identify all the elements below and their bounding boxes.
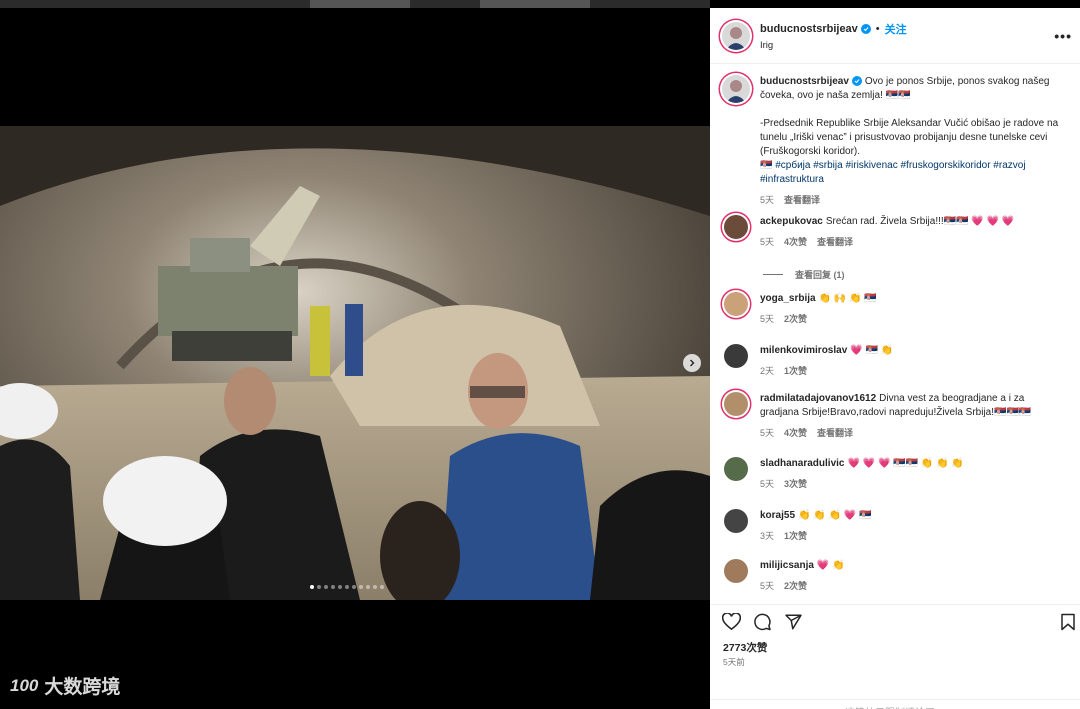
comment-time: 2天 bbox=[760, 366, 775, 376]
post-actions: 2773次赞 5天前 这篇帖子限制评论了。 bbox=[710, 604, 1080, 709]
comment-likes[interactable]: 1次赞 bbox=[784, 529, 807, 543]
commenter-avatar[interactable] bbox=[724, 559, 748, 583]
comment: sladhanaradulivic 💗 💗 💗 🇷🇸🇷🇸 👏 👏 👏 5天 3次赞 bbox=[722, 457, 1072, 491]
comments-limited-notice: 这篇帖子限制评论了。 bbox=[710, 699, 1080, 709]
verified-badge-icon bbox=[851, 76, 862, 86]
commenter-avatar[interactable] bbox=[724, 457, 748, 481]
comment-likes[interactable]: 4次赞 bbox=[784, 235, 807, 249]
like-heart-icon[interactable] bbox=[722, 613, 741, 631]
carousel-dot bbox=[345, 585, 349, 589]
replies-divider bbox=[763, 274, 783, 275]
watermark: 100 大数跨境 bbox=[10, 672, 120, 699]
caption-translate-button[interactable]: 查看翻译 bbox=[784, 193, 820, 207]
comment-time: 5天 bbox=[760, 479, 775, 489]
comment-text: 👏 🙌 👏 🇷🇸 bbox=[818, 293, 877, 304]
carousel-indicator bbox=[310, 585, 384, 589]
carousel-dot bbox=[338, 585, 342, 589]
commenter-avatar[interactable] bbox=[724, 344, 748, 368]
post-age: 5天前 bbox=[723, 657, 745, 667]
chevron-right-icon bbox=[690, 359, 695, 367]
watermark-logo: 100 bbox=[10, 675, 39, 695]
comments-section: buducnostsrbijeav Ovo je ponos Srbije, po… bbox=[710, 65, 1080, 603]
view-replies-label: 查看回复 (1) bbox=[795, 270, 845, 280]
comment: ackepukovac Srećan rad. Živela Srbija!!!🇷… bbox=[722, 215, 1072, 249]
more-options-icon[interactable]: ••• bbox=[1054, 28, 1072, 44]
author-avatar[interactable] bbox=[722, 21, 750, 50]
comment-username[interactable]: ackepukovac bbox=[760, 216, 823, 227]
post-location[interactable]: Irig bbox=[760, 40, 907, 51]
comment-text: 💗 💗 💗 🇷🇸🇷🇸 👏 👏 👏 bbox=[847, 458, 964, 469]
media-panel: 100 大数跨境 bbox=[0, 8, 710, 709]
carousel-dot bbox=[359, 585, 363, 589]
carousel-dot bbox=[317, 585, 321, 589]
comment: milenkovimiroslav 💗 🇷🇸 👏 2天 1次赞 bbox=[722, 344, 1072, 378]
commenter-avatar[interactable] bbox=[724, 215, 748, 239]
post-header: buducnostsrbijeav • 关注 Irig ••• bbox=[710, 8, 1080, 64]
share-send-icon[interactable] bbox=[784, 613, 803, 631]
carousel-dot bbox=[373, 585, 377, 589]
comment: yoga_srbija 👏 🙌 👏 🇷🇸 5天 2次赞 bbox=[722, 292, 1072, 326]
carousel-dot bbox=[310, 585, 314, 589]
comment-translate-button[interactable]: 查看翻译 bbox=[817, 426, 853, 440]
caption-avatar[interactable] bbox=[722, 75, 750, 103]
caption: buducnostsrbijeav Ovo je ponos Srbije, po… bbox=[722, 75, 1072, 207]
comment-text: 👏 👏 👏 💗 🇷🇸 bbox=[798, 510, 872, 521]
avatar-portrait-icon bbox=[726, 80, 746, 103]
caption-username[interactable]: buducnostsrbijeav bbox=[760, 76, 849, 87]
tunnel-scene-image bbox=[0, 126, 710, 600]
comment-likes[interactable]: 3次赞 bbox=[784, 477, 807, 491]
comment: koraj55 👏 👏 👏 💗 🇷🇸 3天 1次赞 bbox=[722, 509, 1072, 543]
comment-username[interactable]: milijicsanja bbox=[760, 560, 814, 571]
avatar-portrait-icon bbox=[726, 26, 746, 50]
comment-text: 💗 👏 bbox=[816, 560, 845, 571]
next-photo-button[interactable] bbox=[683, 354, 701, 372]
follow-button[interactable]: 关注 bbox=[885, 21, 907, 37]
comment-username[interactable]: koraj55 bbox=[760, 510, 795, 521]
comment-time: 5天 bbox=[760, 581, 775, 591]
carousel-dot bbox=[380, 585, 384, 589]
view-replies-button[interactable]: 查看回复 (1) bbox=[763, 268, 845, 281]
comment-time: 5天 bbox=[760, 314, 775, 324]
save-bookmark-icon[interactable] bbox=[1060, 613, 1076, 631]
comment-likes[interactable]: 4次赞 bbox=[784, 426, 807, 440]
post-photo bbox=[0, 126, 710, 600]
caption-hashtags[interactable]: #србија #srbija #iriskivenac #fruskogors… bbox=[760, 160, 1026, 185]
caption-text-2: -Predsednik Republike Srbije Aleksandar … bbox=[760, 118, 1059, 157]
comment-username[interactable]: sladhanaradulivic bbox=[760, 458, 844, 469]
caption-time: 5天 bbox=[760, 195, 775, 205]
comment-translate-button[interactable]: 查看翻译 bbox=[817, 235, 853, 249]
comment-time: 5天 bbox=[760, 237, 775, 247]
carousel-dot bbox=[352, 585, 356, 589]
comment-username[interactable]: radmilatadajovanov1612 bbox=[760, 393, 876, 404]
commenter-avatar[interactable] bbox=[724, 292, 748, 316]
carousel-dot bbox=[331, 585, 335, 589]
comments-limited-text: 这篇帖子限制评论了。 bbox=[710, 700, 1080, 709]
comment-text: Srećan rad. Živela Srbija!!!🇷🇸🇷🇸 💗 💗 💗 bbox=[825, 216, 1015, 227]
comment-time: 5天 bbox=[760, 428, 775, 438]
comment: milijicsanja 💗 👏 5天 2次赞 bbox=[722, 559, 1072, 593]
comment-bubble-icon[interactable] bbox=[753, 613, 772, 631]
comment-username[interactable]: milenkovimiroslav bbox=[760, 345, 847, 356]
comment-time: 3天 bbox=[760, 531, 775, 541]
separator: • bbox=[875, 22, 880, 35]
comment-username[interactable]: yoga_srbija bbox=[760, 293, 816, 304]
comment: radmilatadajovanov1612 Divna vest za beog… bbox=[722, 392, 1072, 440]
carousel-dot bbox=[324, 585, 328, 589]
caption-flag: 🇷🇸 bbox=[760, 160, 773, 171]
author-username[interactable]: buducnostsrbijeav bbox=[760, 23, 858, 35]
commenter-avatar[interactable] bbox=[724, 392, 748, 416]
post-sidebar: buducnostsrbijeav • 关注 Irig ••• buducnos… bbox=[710, 8, 1080, 709]
comment-text: 💗 🇷🇸 👏 bbox=[850, 345, 894, 356]
likes-count[interactable]: 2773次赞 bbox=[723, 640, 767, 655]
comment-likes[interactable]: 2次赞 bbox=[784, 579, 807, 593]
watermark-text: 大数跨境 bbox=[44, 677, 121, 698]
comment-likes[interactable]: 1次赞 bbox=[784, 364, 807, 378]
comment-likes[interactable]: 2次赞 bbox=[784, 312, 807, 326]
carousel-dot bbox=[366, 585, 370, 589]
commenter-avatar[interactable] bbox=[724, 509, 748, 533]
background-feed-strip bbox=[0, 0, 710, 8]
verified-badge-icon bbox=[860, 23, 871, 34]
